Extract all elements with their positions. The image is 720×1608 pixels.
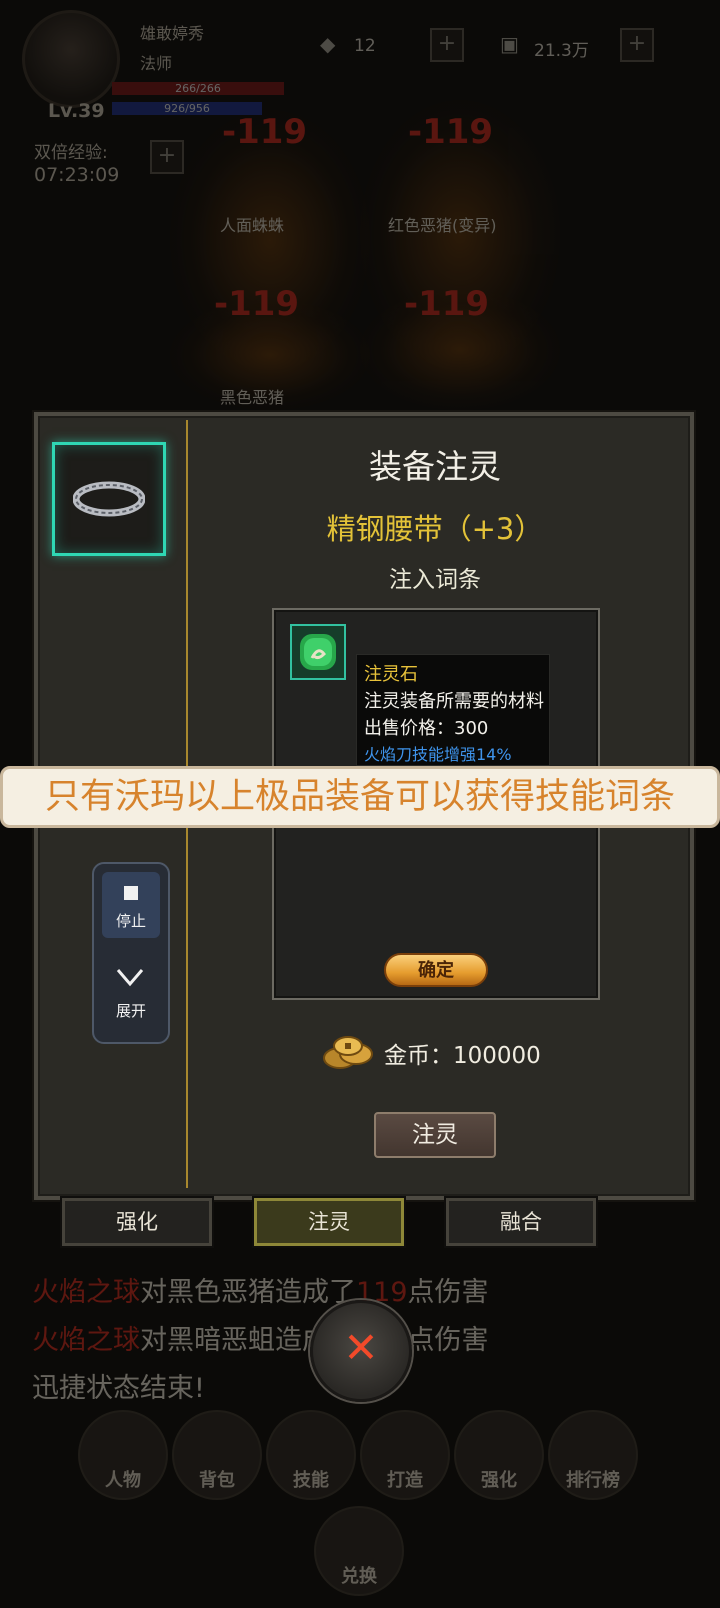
add-exp-button[interactable]: + [150,140,184,174]
add-gold-button[interactable]: + [620,28,654,62]
gold-cost: 金币：100000 [384,1043,541,1069]
auto-battle-control: 停止 展开 [92,862,170,1044]
damage-number: -119 [222,112,308,152]
tooltip-item-name: 注灵石 [364,664,418,685]
monster-name[interactable]: 黑色恶猪 [220,384,284,408]
section-subtitle: 注入词条 [389,567,481,593]
dialog-title: 装备注灵 [369,447,501,486]
double-exp-timer: 07:23:09 [34,164,120,186]
damage-number: -119 [408,112,494,152]
nav-label: 兑换 [341,1566,377,1587]
equipment-name: 精钢腰带（+3） [326,512,544,546]
player-avatar[interactable] [22,10,120,108]
damage-number: -119 [404,284,490,324]
belt-icon [73,481,145,517]
nav-label: 排行榜 [566,1470,620,1491]
gem-icon: ◆ [320,32,336,56]
nav-label: 人物 [105,1470,141,1491]
equipment-slot[interactable] [52,442,166,556]
stop-icon [124,886,138,900]
gold-coins-icon [323,1036,373,1069]
double-exp-label: 双倍经验: [34,143,108,163]
close-button[interactable]: ✕ [310,1300,412,1402]
add-gem-button[interactable]: + [430,28,464,62]
chevron-down-icon[interactable] [116,966,144,988]
hint-banner: 只有沃玛以上极品装备可以获得技能词条 [0,766,720,828]
hp-text: 266/266 [175,82,221,95]
spirit-stone-slot[interactable] [290,624,346,680]
player-class: 法师 [140,54,173,73]
tab-fuse[interactable]: 融合 [446,1198,596,1246]
log-suffix: 点伤害 [407,1277,489,1308]
nav-skills[interactable]: 技能 [266,1410,356,1500]
nav-label: 打造 [387,1470,423,1491]
nav-forge[interactable]: 打造 [360,1410,450,1500]
nav-label: 背包 [199,1470,235,1491]
nav-bag[interactable]: 背包 [172,1410,262,1500]
nav-label: 技能 [293,1470,329,1491]
hint-text: 只有沃玛以上极品装备可以获得技能词条 [44,777,675,817]
nav-exchange[interactable]: 兑换 [314,1506,404,1596]
close-icon: ✕ [343,1323,379,1372]
gem-count: 12 [354,36,376,56]
tooltip-bonus: 火焰刀技能增强14% [364,745,512,764]
stop-button[interactable]: 停止 [102,872,160,938]
combat-log-line: 火焰之球对黑暗恶蛆造成了119点伤害 [32,1318,489,1357]
nav-ranking[interactable]: 排行榜 [548,1410,638,1500]
combat-log-line: 火焰之球对黑色恶猪造成了119点伤害 [32,1270,489,1309]
gold-count: 21.3万 [534,41,589,61]
damage-number: -119 [214,284,300,324]
tooltip-price: 出售价格：300 [364,718,489,739]
monster-name[interactable]: 人面蛛蛛 [220,212,284,236]
nav-character[interactable]: 人物 [78,1410,168,1500]
monster-name[interactable]: 红色恶猪(变异) [388,212,497,236]
nav-enhance[interactable]: 强化 [454,1410,544,1500]
log-suffix: 点伤害 [407,1325,489,1356]
tooltip-description: 注灵装备所需要的材料 [364,691,544,712]
player-name: 雄敢婷秀 [140,24,205,43]
tab-enhance[interactable]: 强化 [62,1198,212,1246]
log-skill: 火焰之球 [32,1325,140,1356]
log-skill: 火焰之球 [32,1277,140,1308]
confirm-button[interactable]: 确定 [384,953,488,987]
expand-label[interactable]: 展开 [94,1000,168,1021]
nav-label: 强化 [481,1470,517,1491]
hp-bar: 266/266 [112,82,284,95]
log-target: 迅捷状态结束! [32,1373,205,1404]
combat-log-line: 迅捷状态结束! [32,1366,205,1405]
spirit-stone-icon [300,634,336,670]
tab-inject[interactable]: 注灵 [254,1198,404,1246]
inject-button[interactable]: 注灵 [374,1112,496,1158]
gold-icon: ▣ [500,32,519,56]
player-level: Lv.39 [48,100,105,122]
stop-label: 停止 [115,912,146,930]
